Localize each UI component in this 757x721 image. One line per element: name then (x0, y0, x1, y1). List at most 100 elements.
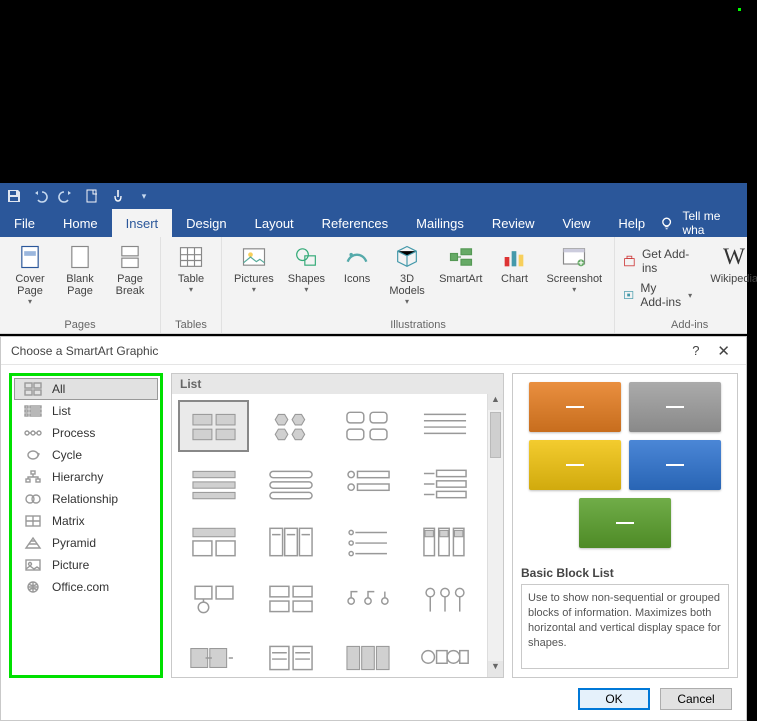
category-all[interactable]: All (14, 378, 158, 400)
group-illustrations-label: Illustrations (230, 317, 606, 331)
all-icon (24, 382, 42, 396)
gallery-thumb[interactable] (333, 516, 404, 568)
relationship-icon (24, 492, 42, 506)
category-label: Process (52, 426, 95, 440)
category-label: All (52, 382, 65, 396)
gallery-heading: List (172, 374, 503, 394)
gallery-scrollbar[interactable]: ▲ ▼ (487, 394, 503, 677)
help-button[interactable]: ? (680, 343, 711, 358)
tab-mailings[interactable]: Mailings (402, 209, 478, 237)
save-icon[interactable] (6, 188, 22, 204)
category-process[interactable]: Process (14, 422, 158, 444)
gallery-thumb[interactable] (178, 516, 249, 568)
screenshot-button[interactable]: Screenshot▾ (542, 241, 606, 296)
tab-design[interactable]: Design (172, 209, 240, 237)
gallery-thumb[interactable] (255, 632, 326, 677)
preview-block (629, 382, 721, 432)
customize-icon[interactable]: ▾ (136, 188, 152, 204)
preview-description: Use to show non-sequential or grouped bl… (521, 584, 729, 669)
preview-block (579, 498, 671, 548)
group-addins: Get Add-ins My Add-ins ▾ W Wikipedia Add… (615, 237, 757, 333)
dialog-titlebar: Choose a SmartArt Graphic ? ✕ (1, 337, 746, 365)
preview-name: Basic Block List (521, 566, 729, 580)
gallery-grid (172, 394, 487, 677)
close-button[interactable]: ✕ (711, 342, 736, 360)
page-break-button[interactable]: Page Break (108, 241, 152, 299)
gallery-thumb[interactable] (178, 574, 249, 626)
preview-block (629, 440, 721, 490)
tab-file[interactable]: File (0, 209, 49, 237)
gallery-thumb[interactable] (410, 516, 481, 568)
scroll-down-icon[interactable]: ▼ (488, 661, 503, 677)
process-icon (24, 426, 42, 440)
gallery-thumb[interactable] (178, 400, 249, 452)
gallery-thumb[interactable] (178, 632, 249, 677)
gallery-thumb[interactable] (333, 632, 404, 677)
picture-icon (24, 558, 42, 572)
tell-me-label: Tell me wha (682, 209, 743, 237)
get-addins-button[interactable]: Get Add-ins (623, 247, 692, 275)
gallery-thumb[interactable] (410, 400, 481, 452)
3d-models-button[interactable]: 3D Models▾ (385, 241, 429, 308)
tab-view[interactable]: View (548, 209, 604, 237)
chart-button[interactable]: Chart (492, 241, 536, 287)
undo-icon[interactable] (32, 188, 48, 204)
redo-icon[interactable] (58, 188, 74, 204)
shapes-button[interactable]: Shapes▾ (284, 241, 329, 296)
category-list[interactable]: List (14, 400, 158, 422)
store-icon (623, 253, 636, 269)
blank-page-button[interactable]: Blank Page (58, 241, 102, 299)
tell-me[interactable]: Tell me wha (659, 209, 747, 237)
my-addins-button[interactable]: My Add-ins ▾ (623, 281, 692, 309)
gallery-thumb[interactable] (178, 458, 249, 510)
preview-graphic (521, 382, 729, 558)
cycle-icon (24, 448, 42, 462)
category-relationship[interactable]: Relationship (14, 488, 158, 510)
smartart-dialog: Choose a SmartArt Graphic ? ✕ All List Pro… (0, 336, 747, 721)
tab-review[interactable]: Review (478, 209, 549, 237)
category-pyramid[interactable]: Pyramid (14, 532, 158, 554)
list-icon (24, 404, 42, 418)
gallery-thumb[interactable] (255, 400, 326, 452)
smartart-button[interactable]: SmartArt (435, 241, 486, 287)
category-cycle[interactable]: Cycle (14, 444, 158, 466)
gallery-thumb[interactable] (410, 574, 481, 626)
category-label: Pyramid (52, 536, 96, 550)
cancel-button[interactable]: Cancel (660, 688, 732, 710)
wikipedia-button[interactable]: W Wikipedia (712, 241, 756, 287)
cover-page-button[interactable]: Cover Page▾ (8, 241, 52, 308)
category-picture[interactable]: Picture (14, 554, 158, 576)
tab-references[interactable]: References (308, 209, 402, 237)
newdoc-icon[interactable] (84, 188, 100, 204)
tab-layout[interactable]: Layout (241, 209, 308, 237)
scroll-thumb[interactable] (490, 412, 501, 458)
category-hierarchy[interactable]: Hierarchy (14, 466, 158, 488)
pictures-button[interactable]: Pictures▾ (230, 241, 278, 296)
gallery-thumb[interactable] (333, 458, 404, 510)
category-officecom[interactable]: Office.com (14, 576, 158, 598)
decoration-dot (738, 8, 741, 11)
touch-icon[interactable] (110, 188, 126, 204)
tab-help[interactable]: Help (604, 209, 659, 237)
gallery-thumb[interactable] (255, 458, 326, 510)
gallery-thumb[interactable] (410, 458, 481, 510)
gallery-thumb[interactable] (255, 516, 326, 568)
tab-home[interactable]: Home (49, 209, 112, 237)
quick-access-toolbar: ▾ (0, 183, 747, 209)
scroll-up-icon[interactable]: ▲ (488, 394, 503, 410)
gallery-thumb[interactable] (333, 400, 404, 452)
gallery-thumb[interactable] (410, 632, 481, 677)
category-matrix[interactable]: Matrix (14, 510, 158, 532)
tab-insert[interactable]: Insert (112, 209, 173, 237)
table-button[interactable]: Table▾ (169, 241, 213, 296)
preview-panel: Basic Block List Use to show non-sequent… (512, 373, 738, 678)
icons-button[interactable]: Icons (335, 241, 379, 287)
group-addins-label: Add-ins (623, 317, 756, 331)
officecom-icon (24, 580, 42, 594)
category-label: Hierarchy (52, 470, 103, 484)
group-pages-label: Pages (8, 317, 152, 331)
gallery-thumb[interactable] (333, 574, 404, 626)
ok-button[interactable]: OK (578, 688, 650, 710)
category-label: Cycle (52, 448, 82, 462)
gallery-thumb[interactable] (255, 574, 326, 626)
